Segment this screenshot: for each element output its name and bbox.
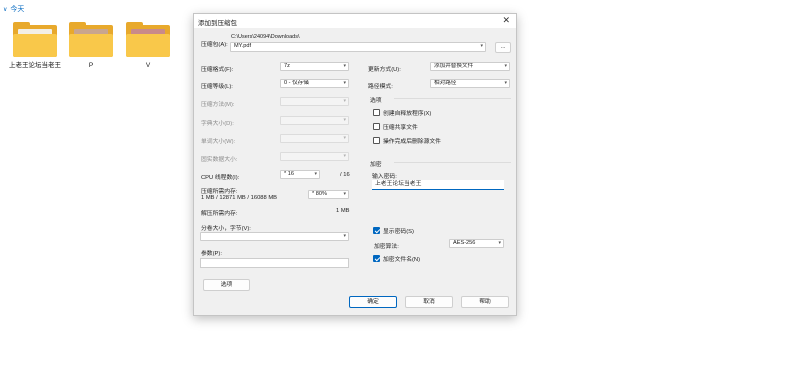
delete-after-label: 操作完成后删除源文件	[383, 139, 441, 145]
mem-detail: 1 MB / 12871 MB / 16088 MB	[201, 195, 278, 201]
encrypt-names-label: 加密文件名(N)	[383, 257, 421, 263]
add-to-archive-dialog: 添加到压缩包 ✕ 压缩包(A): C:\Users\24094\Download…	[193, 13, 517, 316]
cpu-label: CPU 线程数(I):	[201, 175, 240, 181]
chevron-down-icon: ▾	[343, 233, 346, 239]
checkbox-box[interactable]	[373, 137, 380, 144]
chevron-down-icon: ▾	[343, 135, 346, 141]
chevron-down-icon: ▾	[504, 80, 507, 86]
word-select[interactable]: ▾	[280, 134, 349, 143]
file-item[interactable]: P	[65, 22, 117, 70]
file-item[interactable]: V	[122, 22, 174, 70]
chevron-down-icon: ▾	[504, 63, 507, 69]
chevron-down-icon: ▾	[314, 171, 317, 177]
enc-method-label: 加密算法:	[374, 244, 399, 250]
browse-button[interactable]: ...	[495, 42, 511, 53]
file-name: P	[88, 62, 94, 69]
update-label: 更新方式(U):	[368, 67, 401, 73]
archive-dir: C:\Users\24094\Downloads\	[231, 34, 300, 40]
file-name: 上老王论坛当老王	[9, 62, 61, 69]
chevron-down-icon: ▾	[498, 240, 501, 246]
encrypt-names-checkbox[interactable]: 加密文件名(N)	[373, 254, 420, 263]
folder-icon	[13, 22, 57, 58]
delete-after-checkbox[interactable]: 操作完成后删除源文件	[373, 136, 441, 145]
dict-label: 字典大小(D):	[201, 121, 234, 127]
shared-files-checkbox[interactable]: 压缩共享文件	[373, 122, 418, 131]
decomp-value: 1 MB	[336, 208, 350, 214]
chevron-down-icon: ▾	[343, 63, 346, 69]
mem-percent-select[interactable]: * 80% ▾	[308, 190, 349, 199]
dialog-titlebar[interactable]: 添加到压缩包 ✕	[194, 14, 516, 28]
enc-method-value: AES-256	[453, 240, 476, 246]
update-value: 添加并替换文件	[434, 63, 474, 69]
method-label: 压缩方法(M):	[201, 102, 235, 108]
format-value: 7z	[284, 63, 290, 69]
checkbox-box[interactable]	[373, 123, 380, 130]
method-select[interactable]: ▾	[280, 97, 349, 106]
password-input[interactable]: 上老王论坛当老王	[372, 180, 504, 190]
update-select[interactable]: 添加并替换文件 ▾	[430, 62, 510, 71]
encrypt-group-title: 加密	[370, 162, 382, 168]
chevron-down-icon: ▾	[343, 98, 346, 104]
path-mode-select[interactable]: 相对路径 ▾	[430, 79, 510, 88]
format-label: 压缩格式(F):	[201, 67, 234, 73]
close-icon[interactable]: ✕	[502, 15, 510, 26]
split-select[interactable]: ▾	[200, 232, 349, 241]
show-password-label: 显示密码(S)	[383, 229, 414, 235]
format-select[interactable]: 7z ▾	[280, 62, 349, 71]
options-group-title: 选项	[370, 98, 382, 104]
folder-icon	[126, 22, 170, 58]
mem-percent-value: * 80%	[312, 191, 327, 197]
ok-button[interactable]: 确定	[349, 296, 397, 308]
enc-method-select[interactable]: AES-256 ▾	[449, 239, 504, 248]
encrypt-group-line	[394, 162, 511, 163]
solid-select[interactable]: ▾	[280, 152, 349, 161]
params-input[interactable]	[200, 258, 349, 268]
level-select[interactable]: 0 - 仅存储 ▾	[280, 79, 349, 88]
chevron-down-icon: ▾	[343, 117, 346, 123]
chevron-down-icon[interactable]: ▾	[480, 43, 483, 50]
level-label: 压缩等级(L):	[201, 84, 233, 90]
cpu-select[interactable]: * 16 ▾	[280, 170, 320, 179]
password-value: 上老王论坛当老王	[375, 181, 422, 187]
options-button[interactable]: 选项	[203, 279, 250, 291]
file-name: V	[145, 62, 151, 69]
group-label: 今天	[10, 6, 25, 13]
mem-label: 压缩所需内存:	[201, 189, 238, 195]
cpu-value: * 16	[284, 171, 294, 177]
sfx-checkbox[interactable]: 创建自释放程序(X)	[373, 108, 431, 117]
params-label: 参数(P):	[201, 251, 222, 257]
cancel-button[interactable]: 取消	[405, 296, 453, 308]
decomp-label: 解压所需内存:	[201, 211, 238, 217]
archive-name-value: MY.pdf	[234, 43, 251, 49]
chevron-down-icon: ▾	[343, 191, 346, 197]
level-value: 0 - 仅存储	[284, 80, 309, 86]
chevron-down-icon: ▾	[343, 153, 346, 159]
path-mode-label: 路径模式:	[368, 84, 393, 90]
file-item[interactable]: 上老王论坛当老王	[9, 22, 61, 70]
options-group-line	[394, 98, 511, 99]
path-mode-value: 相对路径	[434, 80, 457, 86]
archive-name-combobox[interactable]: MY.pdf ▾	[230, 42, 486, 52]
chevron-down-icon: ▾	[343, 80, 346, 86]
cpu-total: / 16	[340, 172, 350, 178]
password-label: 输入密码:	[372, 174, 397, 180]
split-label: 分卷大小，字节(V):	[201, 226, 251, 232]
archive-label: 压缩包(A):	[201, 42, 228, 48]
folder-icon	[69, 22, 113, 58]
checkbox-checked[interactable]	[373, 255, 380, 262]
dialog-title: 添加到压缩包	[198, 20, 237, 27]
shared-files-label: 压缩共享文件	[383, 125, 418, 131]
chevron-down-icon: ∨	[3, 6, 8, 13]
group-header-today[interactable]: ∨ 今天	[3, 4, 24, 14]
solid-label: 固实数据大小:	[201, 157, 238, 163]
show-password-checkbox[interactable]: 显示密码(S)	[373, 226, 414, 235]
sfx-label: 创建自释放程序(X)	[383, 111, 432, 117]
dict-select[interactable]: ▾	[280, 116, 349, 125]
checkbox-box[interactable]	[373, 109, 380, 116]
word-label: 单词大小(W):	[201, 139, 236, 145]
checkbox-checked[interactable]	[373, 227, 380, 234]
help-button[interactable]: 帮助	[461, 296, 509, 308]
